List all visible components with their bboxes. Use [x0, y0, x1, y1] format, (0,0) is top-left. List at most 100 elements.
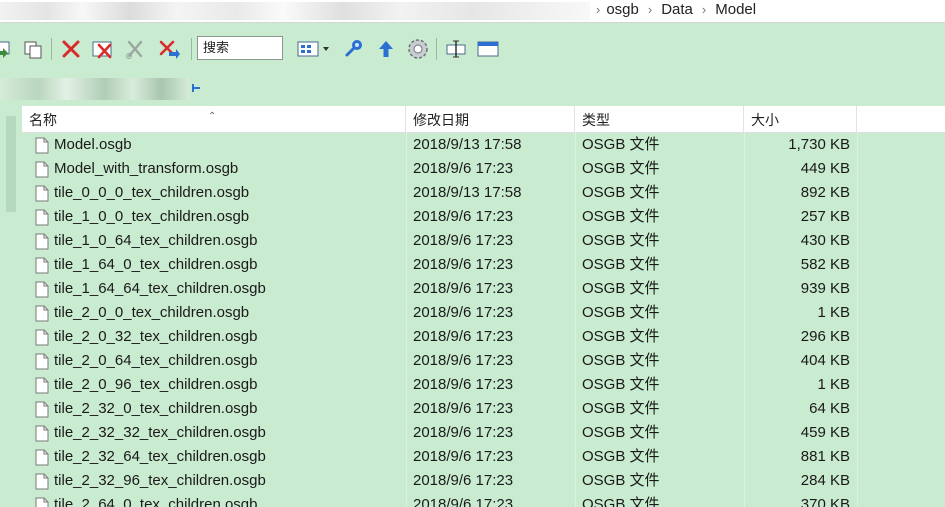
clear-icon[interactable] — [156, 36, 182, 62]
toolbar-separator — [51, 38, 52, 60]
column-header-name[interactable]: 名称 ⌃ — [22, 106, 406, 132]
table-row[interactable]: tile_2_64_0_tex_children.osgb 2018/9/6 17… — [22, 493, 945, 507]
file-date: 2018/9/6 17:23 — [413, 328, 514, 345]
column-header-size[interactable]: 大小 — [744, 106, 857, 132]
up-arrow-icon[interactable] — [373, 36, 399, 62]
file-type: OSGB 文件 — [582, 136, 660, 153]
breadcrumb-separator: › — [596, 2, 601, 17]
table-row[interactable]: tile_2_0_64_tex_children.osgb 2018/9/6 17… — [22, 349, 945, 373]
link-icon[interactable] — [341, 36, 367, 62]
column-name-label: 名称 — [29, 112, 57, 128]
file-name: Model_with_transform.osgb — [54, 160, 239, 177]
file-date: 2018/9/6 17:23 — [413, 448, 514, 465]
file-name: tile_2_0_64_tex_children.osgb — [54, 352, 258, 369]
delete-icon[interactable] — [58, 36, 84, 62]
view-options-icon[interactable] — [294, 36, 334, 62]
file-name: tile_1_0_64_tex_children.osgb — [54, 232, 258, 249]
file-type: OSGB 文件 — [582, 496, 660, 507]
search-input[interactable]: 搜索 — [197, 36, 283, 60]
breadcrumb-separator: › — [701, 2, 707, 17]
file-size: 1 KB — [817, 376, 850, 393]
file-type: OSGB 文件 — [582, 352, 660, 369]
file-type: OSGB 文件 — [582, 160, 660, 177]
file-size: 430 KB — [800, 232, 850, 249]
toolbar: 搜索 — [0, 32, 945, 66]
column-type-label: 类型 — [582, 112, 610, 128]
file-date: 2018/9/6 17:23 — [413, 352, 514, 369]
file-type: OSGB 文件 — [582, 376, 660, 393]
file-size: 284 KB — [800, 472, 850, 489]
file-type: OSGB 文件 — [582, 328, 660, 345]
table-row[interactable]: Model.osgb 2018/9/13 17:58 OSGB 文件 1,730 KB — [22, 133, 945, 157]
file-date: 2018/9/6 17:23 — [413, 280, 514, 297]
column-header-type[interactable]: 类型 — [575, 106, 744, 132]
file-name: tile_2_32_32_tex_children.osgb — [54, 424, 266, 441]
file-size: 1,730 KB — [788, 136, 850, 153]
pin-icon[interactable] — [190, 82, 202, 94]
file-size: 1 KB — [817, 304, 850, 321]
file-name: tile_1_64_0_tex_children.osgb — [54, 256, 258, 273]
file-rows: Model.osgb 2018/9/13 17:58 OSGB 文件 1,730 KB… — [22, 133, 945, 507]
file-date: 2018/9/6 17:23 — [413, 424, 514, 441]
table-row[interactable]: tile_1_0_0_tex_children.osgb 2018/9/6 17:… — [22, 205, 945, 229]
file-size: 257 KB — [800, 208, 850, 225]
table-row[interactable]: tile_2_32_96_tex_children.osgb 2018/9/6 1… — [22, 469, 945, 493]
file-type: OSGB 文件 — [582, 400, 660, 417]
table-row[interactable]: tile_2_0_0_tex_children.osgb 2018/9/6 17:… — [22, 301, 945, 325]
file-type: OSGB 文件 — [582, 256, 660, 273]
file-name: tile_2_32_0_tex_children.osgb — [54, 400, 258, 417]
file-size: 881 KB — [800, 448, 850, 465]
table-row[interactable]: tile_1_64_0_tex_children.osgb 2018/9/6 17… — [22, 253, 945, 277]
column-size-label: 大小 — [751, 112, 779, 128]
file-type: OSGB 文件 — [582, 232, 660, 249]
file-name: tile_2_32_96_tex_children.osgb — [54, 472, 266, 489]
file-size: 370 KB — [800, 496, 850, 507]
table-row[interactable]: tile_1_0_64_tex_children.osgb 2018/9/6 17… — [22, 229, 945, 253]
file-date: 2018/9/6 17:23 — [413, 256, 514, 273]
file-date: 2018/9/6 17:23 — [413, 208, 514, 225]
breadcrumb-model[interactable]: Model — [715, 1, 756, 18]
file-size: 64 KB — [809, 400, 850, 417]
table-row[interactable]: tile_1_64_64_tex_children.osgb 2018/9/6 1… — [22, 277, 945, 301]
search-label: 搜索 — [203, 40, 230, 55]
window-icon[interactable] — [475, 36, 501, 62]
file-type: OSGB 文件 — [582, 424, 660, 441]
delete-window-icon[interactable] — [90, 36, 116, 62]
breadcrumb-osgb[interactable]: osgb — [606, 1, 639, 18]
copy-to-icon[interactable] — [0, 36, 18, 62]
table-row[interactable]: tile_2_32_32_tex_children.osgb 2018/9/6 1… — [22, 421, 945, 445]
cut-icon[interactable] — [122, 36, 148, 62]
file-date: 2018/9/13 17:58 — [413, 184, 522, 201]
column-header-date[interactable]: 修改日期 — [406, 106, 575, 132]
file-type: OSGB 文件 — [582, 448, 660, 465]
file-size: 892 KB — [800, 184, 850, 201]
table-row[interactable]: tile_2_32_64_tex_children.osgb 2018/9/6 1… — [22, 445, 945, 469]
scrollbar-thumb[interactable] — [6, 116, 16, 212]
toolbar-separator — [436, 38, 437, 60]
file-date: 2018/9/6 17:23 — [413, 496, 514, 507]
table-row[interactable]: tile_2_32_0_tex_children.osgb 2018/9/6 17… — [22, 397, 945, 421]
table-row[interactable]: tile_2_0_96_tex_children.osgb 2018/9/6 17… — [22, 373, 945, 397]
file-size: 449 KB — [800, 160, 850, 177]
column-header: 名称 ⌃ 修改日期 类型 大小 — [22, 106, 945, 133]
file-size: 939 KB — [800, 280, 850, 297]
file-type: OSGB 文件 — [582, 208, 660, 225]
file-date: 2018/9/6 17:23 — [413, 376, 514, 393]
address-bar[interactable]: › osgb › Data › Model — [0, 0, 945, 23]
table-row[interactable]: tile_2_0_32_tex_children.osgb 2018/9/6 17… — [22, 325, 945, 349]
file-date: 2018/9/6 17:23 — [413, 232, 514, 249]
copy-icon[interactable] — [20, 36, 46, 62]
properties-icon[interactable] — [443, 36, 469, 62]
file-name: tile_2_32_64_tex_children.osgb — [54, 448, 266, 465]
file-size: 582 KB — [800, 256, 850, 273]
blurred-content — [0, 78, 190, 100]
table-row[interactable]: tile_0_0_0_tex_children.osgb 2018/9/13 17… — [22, 181, 945, 205]
settings-icon[interactable] — [405, 36, 431, 62]
file-date: 2018/9/6 17:23 — [413, 400, 514, 417]
file-list: 名称 ⌃ 修改日期 类型 大小 Model.osgb 2018/9/13 17:5… — [22, 106, 945, 507]
breadcrumb-data[interactable]: Data — [661, 1, 693, 18]
file-size: 404 KB — [800, 352, 850, 369]
blurred-pane — [0, 74, 200, 104]
table-row[interactable]: Model_with_transform.osgb 2018/9/6 17:23 O… — [22, 157, 945, 181]
toolbar-separator — [191, 38, 192, 60]
